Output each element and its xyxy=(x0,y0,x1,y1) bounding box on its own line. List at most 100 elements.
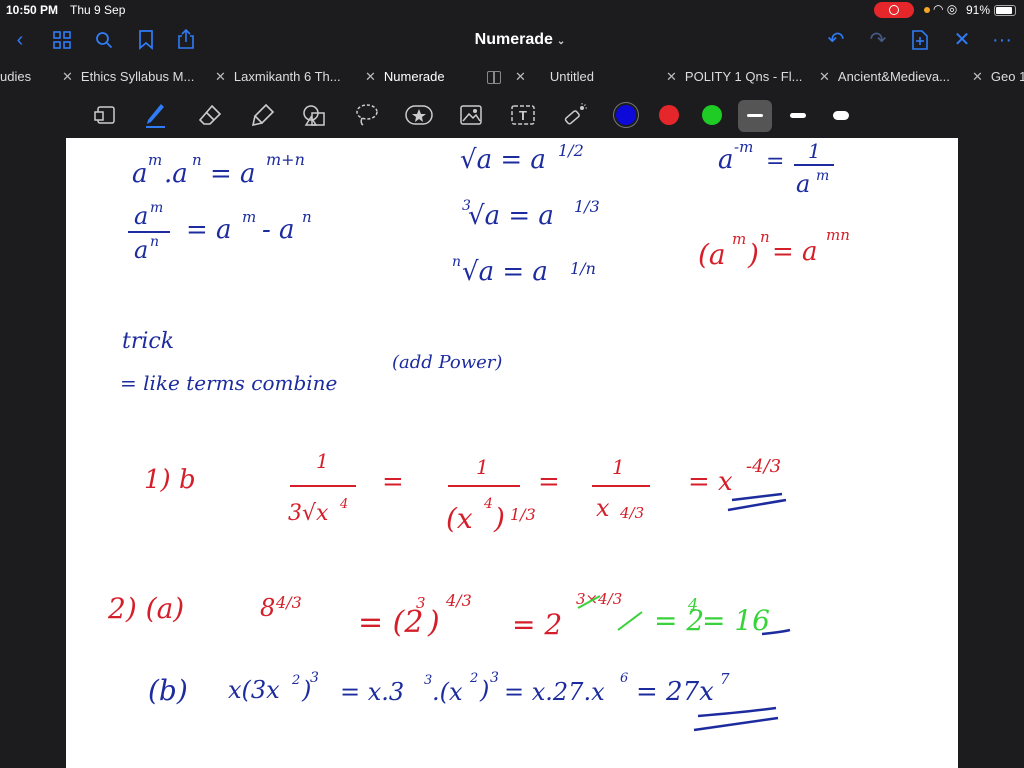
close-tab-icon[interactable]: ✕ xyxy=(215,69,226,84)
note-text: = xyxy=(382,467,404,497)
note-text: √a = a xyxy=(468,201,554,231)
close-tab-icon[interactable]: ✕ xyxy=(365,69,376,84)
note-text: 3 xyxy=(490,670,499,686)
note-text: (add Power) xyxy=(392,352,502,373)
shapes-icon[interactable] xyxy=(300,100,330,130)
lasso-icon[interactable] xyxy=(352,100,382,130)
note-text: 6 xyxy=(620,671,628,686)
note-text: 4/3 xyxy=(275,593,302,612)
redo-icon[interactable]: ↷ xyxy=(864,20,892,60)
note-text: 2) (a) xyxy=(107,592,184,625)
tab-item[interactable]: ✕ POLITY 1 Qns - Fl... xyxy=(666,62,811,92)
undo-icon[interactable]: ↶ xyxy=(822,20,850,60)
note-text: = 27x xyxy=(636,677,714,707)
battery-percent: 91% xyxy=(966,3,991,17)
note-text: 2 xyxy=(291,673,300,688)
note-text: m xyxy=(148,151,162,169)
note-text: 1) b xyxy=(144,465,196,495)
note-text: a xyxy=(718,145,734,175)
microphone-indicator-icon xyxy=(924,7,930,13)
note-text: 3√x xyxy=(288,501,329,526)
note-text: 4 xyxy=(483,496,493,512)
search-icon[interactable] xyxy=(90,20,118,60)
screen-recording-icon[interactable] xyxy=(874,2,914,18)
note-text: = xyxy=(766,149,784,174)
status-date: Thu 9 Sep xyxy=(70,3,126,17)
notebook-page[interactable]: a m .a n = a m+n √a = a 1/2 a -m = 1 a m… xyxy=(66,138,958,768)
close-tab-icon[interactable]: ✕ xyxy=(666,69,677,84)
note-text: 3 xyxy=(310,670,319,686)
color-swatch-blue[interactable] xyxy=(616,105,636,125)
tab-item[interactable]: ✕ Geo 1 xyxy=(972,62,1024,92)
note-text: n xyxy=(760,228,770,246)
note-text: n xyxy=(452,254,461,270)
stroke-width-medium[interactable] xyxy=(781,100,815,132)
note-text: √a = a xyxy=(460,145,546,175)
drawing-toolbar: T xyxy=(0,94,1024,138)
more-icon[interactable]: ··· xyxy=(988,20,1016,60)
color-swatch-red[interactable] xyxy=(659,105,679,125)
note-text: ) xyxy=(493,502,505,535)
add-page-icon[interactable] xyxy=(906,20,934,60)
note-text: n xyxy=(302,208,312,226)
note-text: m xyxy=(732,230,746,248)
image-icon[interactable] xyxy=(456,100,486,130)
note-text: x xyxy=(596,494,610,522)
note-text: a xyxy=(134,202,148,230)
status-time: 10:50 PM xyxy=(6,3,59,17)
close-tab-icon[interactable]: ✕ xyxy=(819,69,830,84)
split-view-icon[interactable] xyxy=(487,71,501,84)
text-icon[interactable]: T xyxy=(508,100,538,130)
tab-item-active[interactable]: ✕ Numerade xyxy=(365,62,485,92)
note-text: = a xyxy=(210,159,256,189)
document-title[interactable]: Numerade ⌄ xyxy=(440,20,600,60)
tab-item[interactable]: ✕ Laxmikanth 6 Th... xyxy=(215,62,350,92)
note-text: (x xyxy=(446,502,473,535)
note-text: 4 xyxy=(687,595,698,614)
note-text: -m xyxy=(734,138,753,156)
note-text: .a xyxy=(164,159,188,189)
note-text: 1 xyxy=(808,139,821,163)
color-swatch-green[interactable] xyxy=(702,105,722,125)
tab-item[interactable]: ✕ Untitled xyxy=(515,62,645,92)
wifi-icon: ◠ ◎ xyxy=(933,2,958,16)
svg-text:T: T xyxy=(519,108,527,123)
laser-pointer-icon[interactable] xyxy=(560,100,590,130)
tab-item[interactable]: ✕ Ancient&Medieva... xyxy=(819,62,964,92)
share-icon[interactable] xyxy=(172,20,200,60)
eraser-icon[interactable] xyxy=(195,100,225,130)
note-text: = x.3 xyxy=(340,678,404,706)
note-text: m xyxy=(150,200,163,216)
highlighter-icon[interactable] xyxy=(248,100,278,130)
back-icon[interactable]: ‹ xyxy=(6,20,34,60)
sticker-icon[interactable] xyxy=(404,100,434,130)
tab-item[interactable]: udies xyxy=(0,62,50,92)
note-text: (b) xyxy=(148,674,188,707)
battery-icon xyxy=(994,5,1016,16)
bookmark-icon[interactable] xyxy=(132,20,160,60)
stroke-width-thin[interactable] xyxy=(738,100,772,132)
note-text: = (2 xyxy=(358,605,423,640)
note-text: 3 xyxy=(416,594,426,612)
stroke-width-thick[interactable] xyxy=(824,100,858,132)
note-text: 1/n xyxy=(570,259,596,278)
note-text: x(3x xyxy=(228,676,280,704)
close-tab-icon[interactable]: ✕ xyxy=(62,69,73,84)
note-text: a xyxy=(796,170,810,198)
tab-item[interactable]: ✕ Ethics Syllabus M... xyxy=(62,62,212,92)
note-text: 4/3 xyxy=(445,591,472,610)
close-tab-icon[interactable]: ✕ xyxy=(972,69,983,84)
note-text: = a xyxy=(772,237,818,267)
note-text: = x.27.x xyxy=(504,678,605,706)
note-text: a xyxy=(134,236,148,264)
grid-view-icon[interactable] xyxy=(48,20,76,60)
page-icon[interactable] xyxy=(90,100,120,130)
note-text: = x xyxy=(688,467,733,497)
note-text: -4/3 xyxy=(746,456,781,477)
close-icon[interactable]: ✕ xyxy=(948,20,976,60)
note-text: √a = a xyxy=(462,257,548,287)
pen-icon[interactable] xyxy=(140,100,170,130)
close-tab-icon[interactable]: ✕ xyxy=(515,69,526,84)
note-text: 1 xyxy=(316,449,329,473)
note-text: .(x xyxy=(432,678,463,706)
